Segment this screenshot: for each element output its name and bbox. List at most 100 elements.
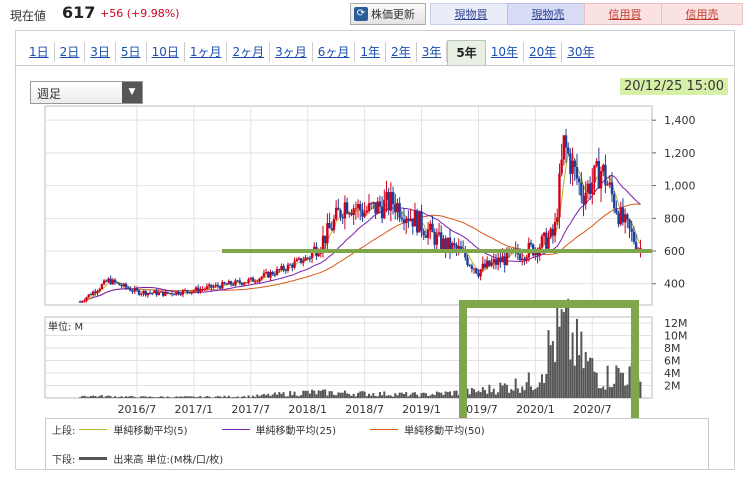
candle-body xyxy=(415,210,419,233)
volume-bar xyxy=(339,392,342,398)
candle-body xyxy=(122,283,125,287)
volume-bar xyxy=(523,390,526,398)
volume-bar xyxy=(363,391,366,398)
candle-body xyxy=(207,284,211,287)
candle-body xyxy=(288,264,292,266)
volume-bar xyxy=(317,390,320,398)
candle-body xyxy=(129,288,132,291)
candle-body xyxy=(418,211,421,233)
candle-body xyxy=(398,203,401,218)
volume-bar xyxy=(311,389,314,398)
volume-bar xyxy=(328,391,331,398)
volume-bar xyxy=(527,372,530,398)
volume-tick-label: 2M xyxy=(664,380,681,393)
volume-bar xyxy=(494,394,497,398)
volume-bar xyxy=(615,365,618,398)
price-tick-label: 600 xyxy=(664,245,685,258)
volume-bar xyxy=(153,397,156,398)
candle-body xyxy=(437,232,441,235)
volume-bar xyxy=(604,389,607,398)
candle-body xyxy=(304,257,307,261)
candle-body xyxy=(549,228,552,238)
candle-body xyxy=(599,171,603,189)
candle-body xyxy=(151,292,154,294)
candle-body xyxy=(223,282,226,284)
volume-bar xyxy=(332,394,335,398)
volume-bar xyxy=(361,390,364,398)
candle-body xyxy=(350,213,353,216)
candle-body xyxy=(389,192,393,211)
volume-bar xyxy=(624,385,627,398)
volume-bar xyxy=(429,395,432,398)
candle-body xyxy=(328,223,331,229)
candle-body xyxy=(490,262,493,266)
volume-bar xyxy=(442,394,445,398)
candle-body xyxy=(278,269,281,271)
candle-body xyxy=(363,212,366,217)
volume-bar xyxy=(617,367,620,398)
volume-bar xyxy=(103,397,106,398)
candle-body xyxy=(621,207,625,223)
candle-body xyxy=(133,288,136,292)
volume-bar xyxy=(326,395,329,398)
candle-body xyxy=(407,218,410,221)
candle-body xyxy=(553,221,557,236)
candle-body xyxy=(137,290,141,295)
volume-bar xyxy=(378,392,381,398)
candle-body xyxy=(411,218,414,227)
volume-bar xyxy=(138,397,141,398)
candle-body xyxy=(302,260,305,263)
volume-bar xyxy=(120,396,123,398)
volume-bar xyxy=(179,396,182,398)
candle-body xyxy=(146,292,150,296)
candle-body xyxy=(470,265,474,269)
candle-body xyxy=(247,279,250,283)
candle-body xyxy=(124,283,128,288)
volume-bar xyxy=(245,397,248,398)
volume-bar xyxy=(481,387,484,398)
candle-body xyxy=(284,269,287,271)
volume-bar xyxy=(308,393,311,398)
candle-body xyxy=(380,206,384,219)
candle-body xyxy=(135,288,139,291)
volume-bar xyxy=(519,392,522,398)
volume-bar xyxy=(440,392,443,398)
volume-bar xyxy=(556,300,559,398)
volume-bar xyxy=(124,396,127,398)
volume-bar xyxy=(262,393,265,398)
candle-body xyxy=(183,290,187,292)
volume-bar xyxy=(197,396,200,398)
volume-bar xyxy=(116,397,119,398)
volume-bar xyxy=(409,394,412,398)
volume-bar xyxy=(133,396,136,398)
volume-bar xyxy=(282,392,285,398)
volume-bar xyxy=(236,396,239,398)
candle-body xyxy=(105,280,108,282)
volume-bar xyxy=(538,382,541,398)
volume-bar xyxy=(219,396,222,398)
candle-body xyxy=(212,286,215,288)
legend-volume: 出来高 単位:(M株/口/枚) xyxy=(75,451,223,466)
volume-bar xyxy=(621,372,624,398)
stock-chart: 400 600 800 1,000 1,200 1,400 2M4M6M8M10M12M 20… xyxy=(44,105,696,438)
candle-body xyxy=(221,282,224,289)
volume-bar xyxy=(619,372,622,398)
volume-tick-label: 6M xyxy=(664,355,681,368)
volume-bar xyxy=(300,395,303,398)
candle-body xyxy=(100,284,104,289)
candle-body xyxy=(391,192,395,205)
candle-body xyxy=(617,213,620,225)
volume-bar xyxy=(151,396,154,398)
time-tick-label: 2016/7 xyxy=(118,403,157,416)
candle-body xyxy=(168,293,171,295)
volume-bar xyxy=(142,396,145,398)
volume-bar xyxy=(98,395,101,398)
volume-bar xyxy=(405,392,408,398)
volume-bar xyxy=(81,396,84,398)
candle-body xyxy=(472,268,476,270)
candle-body xyxy=(308,257,312,259)
candle-body xyxy=(479,269,482,277)
volume-bar xyxy=(359,391,362,398)
candle-body xyxy=(218,286,222,289)
price-tick-label: 1,400 xyxy=(664,114,696,127)
